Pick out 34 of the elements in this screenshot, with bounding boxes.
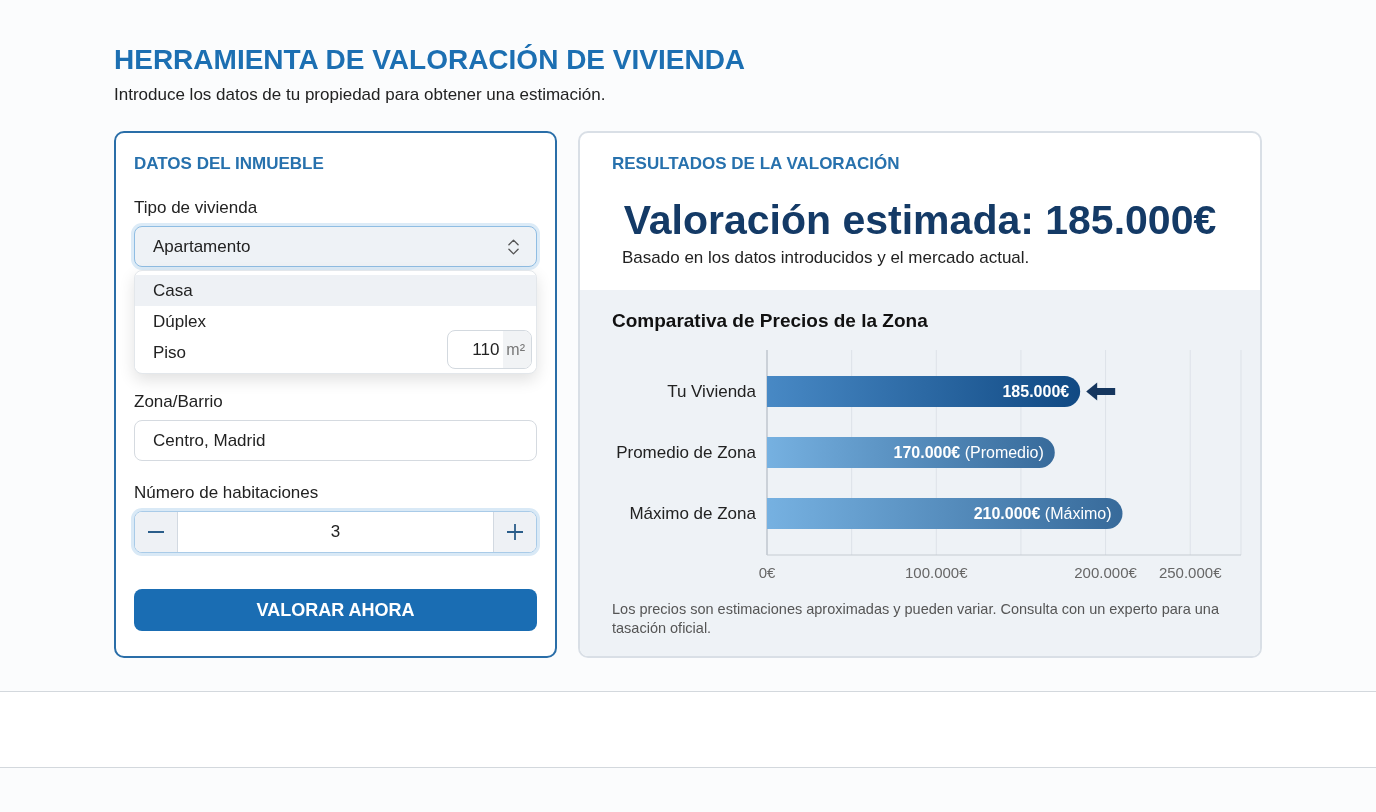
category-label: Máximo de Zona [629, 502, 756, 525]
estimated-value: Valoración estimada: 185.000€ [623, 196, 1217, 244]
minus-icon [148, 531, 164, 533]
bar-value-label: 185.000€ [1002, 381, 1070, 402]
rooms-value-field[interactable]: 3 [178, 512, 493, 552]
field-label: Tipo de vivienda [134, 197, 258, 219]
bar-value-label: 210.000€ (Máximo) [973, 503, 1112, 524]
page-title: HERRAMIENTA DE VALORACIÓN DE VIVIENDA [114, 43, 746, 77]
page-subtitle: Introduce los datos de tu propiedad para obtener una estimación. [114, 84, 606, 106]
panel-title: DATOS DEL INMUEBLE [134, 153, 324, 175]
zone-input[interactable]: Centro, Madrid [134, 420, 537, 461]
area-field[interactable]: 110 m² [447, 330, 532, 369]
increment-button[interactable] [493, 512, 536, 552]
submit-button[interactable]: VALORAR AHORA [134, 589, 537, 631]
left-arrow-icon [1086, 382, 1116, 401]
field-label: Zona/Barrio [134, 391, 223, 413]
dropdown-option[interactable]: Dúplex [135, 306, 536, 337]
category-label: Tu Vivienda [667, 380, 756, 403]
panel-title: RESULTADOS DE LA VALORACIÓN [612, 153, 900, 175]
property-type-select[interactable]: Apartamento [134, 226, 537, 267]
axis-tick-label: 100.000€ [905, 563, 968, 583]
axis-tick-label: 250.000€ [1158, 563, 1222, 583]
estimate-note: Basado en los datos introducidos y el mercado actual. [622, 247, 1030, 269]
bar-value-label: 170.000€ (Promedio) [893, 442, 1044, 463]
axis-tick-label: 0€ [758, 563, 776, 583]
plus-icon [507, 524, 523, 540]
category-label: Promedio de Zona [616, 441, 756, 464]
field-label: Número de habitaciones [134, 482, 319, 504]
unit-label: m² [503, 331, 531, 368]
disclaimer-text: Los precios son estimaciones aproximadas y pueden variar. Consulta con un experto para una tasación oficial. [612, 600, 1220, 638]
select-chevrons-icon [508, 238, 519, 255]
axis-tick-label: 200.000€ [1074, 563, 1137, 583]
chart-title: Comparativa de Precios de la Zona [612, 309, 928, 333]
dropdown-option[interactable]: Casa [135, 275, 536, 306]
